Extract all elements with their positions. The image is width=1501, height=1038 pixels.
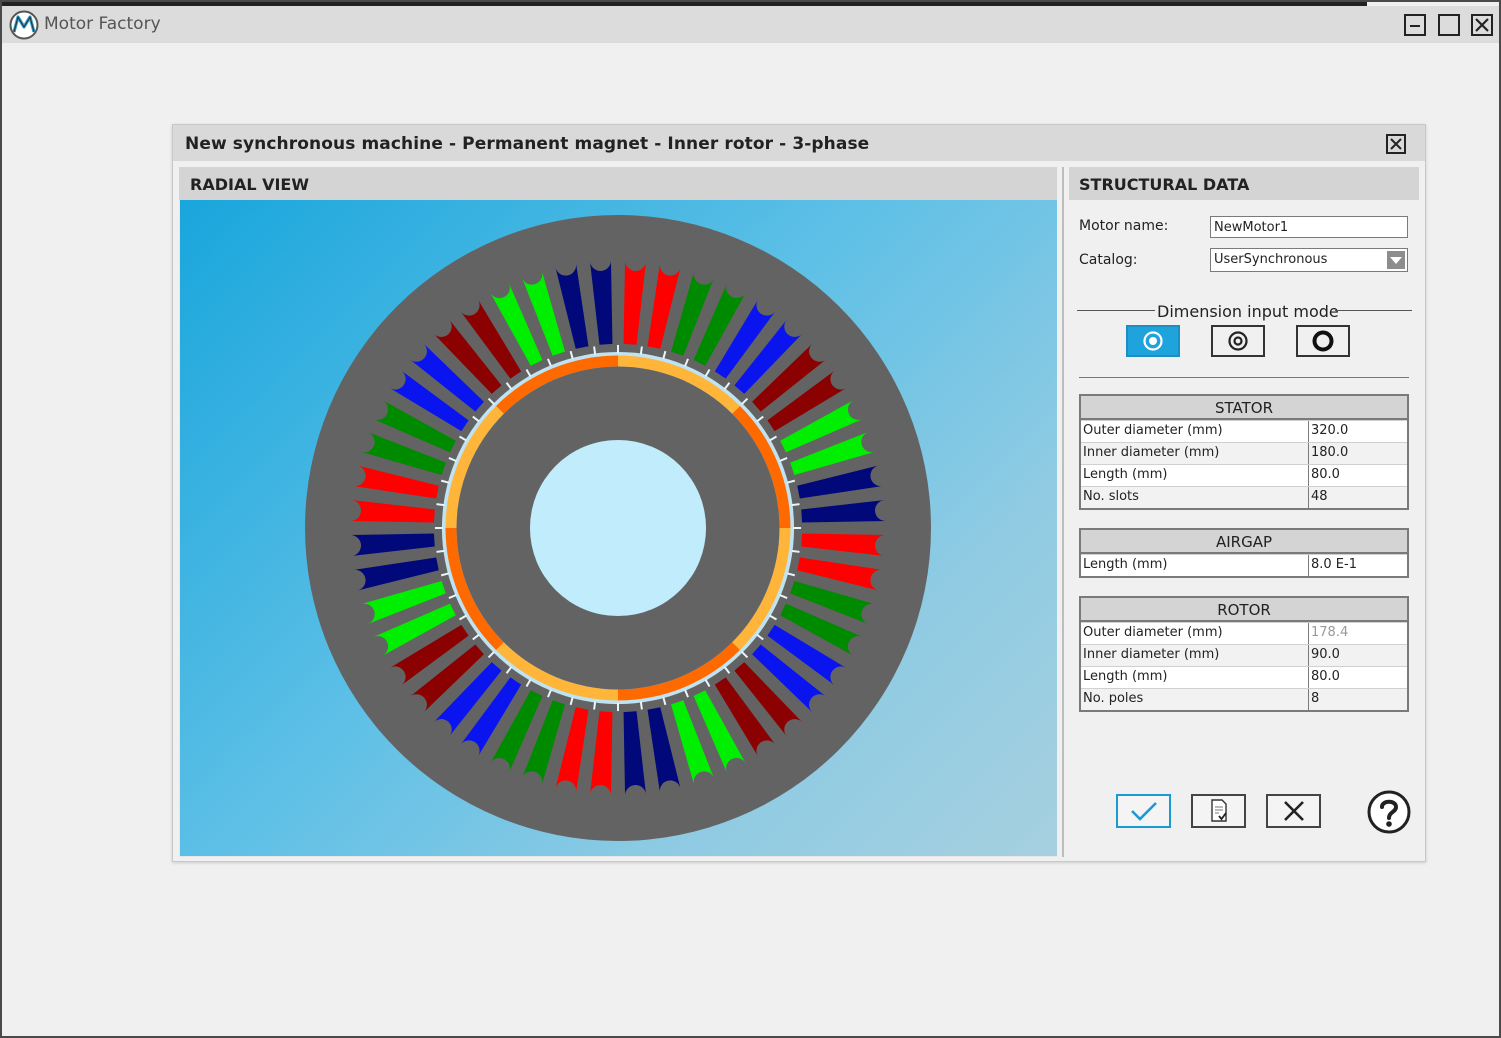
dimension-input-mode-title: Dimension input mode: [1157, 302, 1339, 321]
row-label: Inner diameter (mm): [1081, 645, 1309, 666]
airgap-group: AIRGAP Length (mm) 8.0 E-1: [1079, 528, 1409, 578]
row-label: No. slots: [1081, 487, 1309, 508]
dimension-mode-outer-icon: [1143, 331, 1163, 351]
airgap-length-value[interactable]: 8.0 E-1: [1309, 555, 1407, 576]
structural-data-header: STRUCTURAL DATA: [1069, 167, 1419, 200]
section-separator: [1079, 377, 1409, 378]
radial-view-panel: RADIAL VIEW: [179, 167, 1057, 857]
stator-tooth-tip: [791, 503, 800, 507]
ok-button[interactable]: [1116, 794, 1171, 828]
dialog-close-icon[interactable]: [1386, 134, 1406, 154]
new-machine-dialog: New synchronous machine - Permanent magn…: [172, 124, 1426, 862]
motor-name-input[interactable]: [1210, 216, 1408, 238]
airgap-group-title: AIRGAP: [1081, 530, 1407, 554]
stator-tooth-tip: [436, 503, 445, 507]
maximize-icon[interactable]: [1438, 14, 1460, 36]
app-titlebar: Motor Factory: [2, 6, 1499, 43]
stator-tooth-tip: [593, 701, 597, 710]
row-label: Outer diameter (mm): [1081, 421, 1309, 442]
help-question-icon: [1367, 790, 1411, 834]
rotor-row-length: Length (mm) 80.0: [1081, 666, 1407, 688]
motor-factory-logo-icon: [9, 10, 39, 40]
ok-check-icon: [1130, 802, 1157, 821]
rotor-group-title: ROTOR: [1081, 598, 1407, 622]
radial-view-title: RADIAL VIEW: [190, 175, 309, 194]
stator-tooth-tip: [593, 346, 597, 355]
rotor-poles-value[interactable]: 8: [1309, 689, 1407, 710]
stator-row-outer-diameter: Outer diameter (mm) 320.0: [1081, 420, 1407, 442]
structural-data-title: STRUCTURAL DATA: [1079, 175, 1250, 194]
rotor-row-outer-diameter: Outer diameter (mm) 178.4: [1081, 622, 1407, 644]
airgap-row-length: Length (mm) 8.0 E-1: [1081, 554, 1407, 576]
rotor-outer-diameter-value: 178.4: [1311, 625, 1349, 640]
dimension-mode-inner-button[interactable]: [1211, 325, 1265, 357]
dialog-title: New synchronous machine - Permanent magn…: [185, 134, 870, 154]
rotor-row-poles: No. poles 8: [1081, 688, 1407, 710]
rotor-group: ROTOR Outer diameter (mm) 178.4 Inner di…: [1079, 596, 1409, 712]
dimension-mode-ring-icon: [1312, 330, 1334, 352]
stator-row-slots: No. slots 48: [1081, 486, 1407, 508]
stator-tooth-tip: [791, 549, 800, 553]
row-label: No. poles: [1081, 689, 1309, 710]
radial-view-header: RADIAL VIEW: [179, 167, 1057, 200]
stator-outer-diameter-value[interactable]: 320.0: [1309, 421, 1407, 442]
stator-tooth-tip: [639, 346, 643, 355]
rotor-row-inner-diameter: Inner diameter (mm) 90.0: [1081, 644, 1407, 666]
mode-group-line-left: [1077, 310, 1155, 311]
stator-group-title: STATOR: [1081, 396, 1407, 420]
stator-length-value[interactable]: 80.0: [1309, 465, 1407, 486]
app-window: Motor Factory New synchronous machine - …: [0, 0, 1501, 1038]
dimension-mode-outer-button[interactable]: [1126, 325, 1180, 357]
stator-tooth-tip: [436, 549, 445, 553]
app-title: Motor Factory: [44, 14, 161, 34]
stator-slots-value[interactable]: 48: [1309, 487, 1407, 508]
stator-inner-diameter-value[interactable]: 180.0: [1309, 443, 1407, 464]
rotor-length-value[interactable]: 80.0: [1309, 667, 1407, 688]
help-button[interactable]: [1367, 790, 1411, 834]
close-window-icon[interactable]: [1471, 14, 1493, 36]
catalog-selected-value: UserSynchronous: [1214, 252, 1328, 267]
row-label: Length (mm): [1081, 555, 1309, 576]
radial-view-canvas[interactable]: [180, 200, 1057, 856]
catalog-select[interactable]: UserSynchronous: [1210, 248, 1408, 272]
row-label: Length (mm): [1081, 465, 1309, 486]
motor-cross-section: [305, 215, 931, 841]
motor-name-label: Motor name:: [1079, 218, 1169, 234]
minimize-icon[interactable]: [1404, 14, 1426, 36]
panel-divider[interactable]: [1062, 167, 1064, 857]
cancel-button[interactable]: [1266, 794, 1321, 828]
save-button[interactable]: [1191, 794, 1246, 828]
stator-row-inner-diameter: Inner diameter (mm) 180.0: [1081, 442, 1407, 464]
catalog-label: Catalog:: [1079, 252, 1138, 268]
row-label: Inner diameter (mm): [1081, 443, 1309, 464]
rotor-inner-diameter-value[interactable]: 90.0: [1309, 645, 1407, 666]
row-label: Length (mm): [1081, 667, 1309, 688]
cancel-x-icon: [1283, 801, 1304, 821]
dimension-mode-ring-button[interactable]: [1296, 325, 1350, 357]
chevron-down-icon[interactable]: [1387, 251, 1405, 269]
structural-data-panel: STRUCTURAL DATA Motor name: Catalog: Use…: [1069, 167, 1419, 857]
rotor-shaft-bore: [529, 439, 707, 617]
dialog-header: New synchronous machine - Permanent magn…: [173, 125, 1425, 161]
stator-row-length: Length (mm) 80.0: [1081, 464, 1407, 486]
save-document-icon: [1210, 799, 1227, 822]
row-label: Outer diameter (mm): [1081, 623, 1309, 644]
stator-group: STATOR Outer diameter (mm) 320.0 Inner d…: [1079, 394, 1409, 510]
mode-group-line-right: [1335, 310, 1412, 311]
dimension-mode-inner-icon: [1228, 331, 1248, 351]
stator-tooth-tip: [639, 701, 643, 710]
